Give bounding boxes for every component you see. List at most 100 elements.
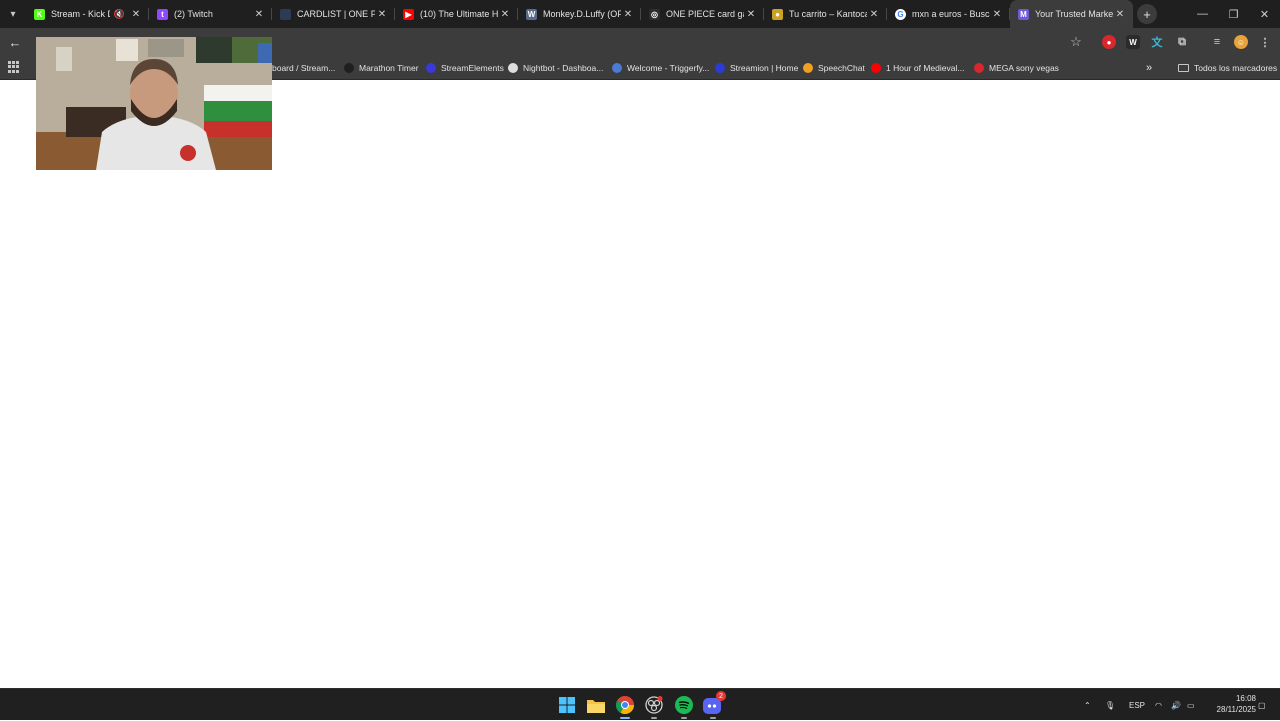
language-indicator[interactable]: ESP xyxy=(1129,689,1145,721)
folder-icon xyxy=(1178,64,1189,72)
youtube-icon xyxy=(871,63,881,73)
notifications-icon[interactable]: ▢ xyxy=(1258,689,1266,721)
bookmark-item[interactable]: Nightbot - Dashboa... xyxy=(508,60,603,76)
tab-title: mxn a euros - Buscar xyxy=(912,9,990,19)
close-tab-icon[interactable]: ✕ xyxy=(990,9,1004,20)
obs-icon[interactable] xyxy=(643,694,665,719)
marketplace-icon: M xyxy=(1018,8,1029,20)
extension-w-icon[interactable]: W xyxy=(1126,35,1140,49)
extension-translate-icon[interactable]: 文 xyxy=(1150,35,1164,49)
browser-tab[interactable]: M Your Trusted Marketplace✕ xyxy=(1010,0,1133,28)
restore-icon[interactable]: ❐ xyxy=(1218,0,1249,28)
bookmark-item[interactable]: board / Stream... xyxy=(272,60,335,76)
bookmark-label: 1 Hour of Medieval... xyxy=(886,63,965,73)
extensions-puzzle-icon[interactable]: ⧉ xyxy=(1175,35,1189,49)
close-tab-icon[interactable]: ✕ xyxy=(498,9,512,20)
tray-overflow-chevron-icon[interactable]: ⌃ xyxy=(1084,689,1091,721)
bookmark-label: MEGA sony vegas xyxy=(989,63,1059,73)
bookmark-label: Nightbot - Dashboa... xyxy=(523,63,604,73)
discord-badge: 2 xyxy=(716,691,726,701)
all-bookmarks-label: Todos los marcadores xyxy=(1194,63,1278,73)
browser-tab[interactable]: W Monkey.D.Luffy (OP0 ✕ xyxy=(518,0,641,28)
windows-taskbar: 2 ⌃ 🎙 ESP ◠ 🔊 ▭ 16:08 28/11/2025 ▢ xyxy=(0,688,1280,720)
close-tab-icon[interactable]: ✕ xyxy=(129,9,143,20)
close-window-icon[interactable]: ✕ xyxy=(1249,0,1280,28)
tab-title: CARDLIST | ONE PIECE xyxy=(297,9,375,19)
nightbot-icon xyxy=(508,63,518,73)
mega-icon xyxy=(974,63,984,73)
bookmark-label: SpeechChat xyxy=(818,63,865,73)
spotify-icon[interactable] xyxy=(673,694,695,719)
bookmark-label: StreamElements xyxy=(441,63,504,73)
streamelements-icon xyxy=(426,63,436,73)
bookmark-star-icon[interactable]: ☆ xyxy=(1068,33,1084,51)
tab-title: (10) The Ultimate HAI xyxy=(420,9,498,19)
bookmark-item[interactable]: Welcome - Triggerfy... xyxy=(612,60,709,76)
close-tab-icon[interactable]: ✕ xyxy=(375,9,389,20)
microphone-icon[interactable]: 🎙 xyxy=(1105,689,1115,721)
new-tab-button[interactable]: + xyxy=(1137,4,1157,24)
close-tab-icon[interactable]: ✕ xyxy=(252,9,266,20)
minimize-icon[interactable]: — xyxy=(1187,0,1218,28)
bookmark-item[interactable]: SpeechChat xyxy=(803,60,865,76)
clock-date: 28/11/2025 xyxy=(1216,705,1256,714)
tab-title: Stream - Kick Dash xyxy=(51,9,110,19)
battery-icon[interactable]: ▭ xyxy=(1187,689,1195,721)
window-controls: — ❐ ✕ xyxy=(1187,0,1280,28)
browser-tab[interactable]: ● Tu carrito – Kantocard✕ xyxy=(764,0,887,28)
bookmark-label: Streamion | Home xyxy=(730,63,799,73)
browser-menu-icon[interactable]: ⋮ xyxy=(1258,35,1272,49)
youtube-icon: ▶ xyxy=(403,8,414,20)
profile-avatar-icon[interactable]: ☺ xyxy=(1234,35,1248,49)
bookmark-item[interactable]: StreamElements xyxy=(426,60,504,76)
close-tab-icon[interactable]: ✕ xyxy=(621,9,635,20)
taskbar-clock[interactable]: 16:08 28/11/2025 xyxy=(1206,693,1256,715)
bookmark-label: Welcome - Triggerfy... xyxy=(627,63,710,73)
clock-time: 16:08 xyxy=(1235,694,1256,703)
browser-tab[interactable]: ◎ ONE PIECE card game✕ xyxy=(641,0,764,28)
bookmark-label: board / Stream... xyxy=(272,63,336,73)
twitch-icon: t xyxy=(157,8,168,20)
muted-speaker-icon[interactable]: 🔇 xyxy=(114,9,125,20)
bookmark-item[interactable]: 1 Hour of Medieval... xyxy=(871,60,964,76)
all-bookmarks-folder[interactable]: Todos los marcadores xyxy=(1178,60,1277,76)
bookmark-item[interactable]: MEGA sony vegas xyxy=(974,60,1059,76)
timer-icon xyxy=(344,63,354,73)
browser-tab[interactable]: CARDLIST | ONE PIECE✕ xyxy=(272,0,395,28)
close-tab-icon[interactable]: ✕ xyxy=(744,9,758,20)
discord-icon[interactable]: 2 xyxy=(702,691,726,719)
browser-tab[interactable]: ▶ (10) The Ultimate HAI✕ xyxy=(395,0,518,28)
file-explorer-icon[interactable] xyxy=(585,694,607,716)
bookmark-item[interactable]: Marathon Timer xyxy=(344,60,419,76)
browser-tab[interactable]: Gmxn a euros - Buscar ✕ xyxy=(887,0,1010,28)
browser-tab[interactable]: K Stream - Kick Dash 🔇 ✕ xyxy=(26,0,149,28)
streamion-icon xyxy=(715,63,725,73)
tab-search-chevron-icon[interactable]: ▾ xyxy=(0,0,26,28)
webcam-overlay xyxy=(36,37,272,170)
tab-title: ONE PIECE card game xyxy=(666,9,744,19)
close-tab-icon[interactable]: ✕ xyxy=(1113,9,1127,20)
reading-list-icon[interactable]: ≡ xyxy=(1210,35,1224,49)
wiki-icon: W xyxy=(526,8,537,20)
extension-red-icon[interactable]: ● xyxy=(1102,35,1116,49)
bookmarks-overflow-icon[interactable]: » xyxy=(1146,60,1152,76)
wifi-icon[interactable]: ◠ xyxy=(1155,689,1162,721)
triggerfyre-icon xyxy=(612,63,622,73)
tab-title: Your Trusted Marketplace xyxy=(1035,9,1113,19)
tab-title: Tu carrito – Kantocard xyxy=(789,9,867,19)
browser-tabstrip: ▾ KStream - Kick Dash🔇✕t(2) Twitch✕CARDL… xyxy=(0,0,1280,28)
bookmark-item[interactable]: Streamion | Home xyxy=(715,60,798,76)
globe-icon: ◎ xyxy=(649,8,660,20)
back-arrow-icon[interactable]: ← xyxy=(6,33,24,51)
kantocard-icon: ● xyxy=(772,8,783,20)
close-tab-icon[interactable]: ✕ xyxy=(867,9,881,20)
apps-grid-icon[interactable] xyxy=(8,61,20,73)
kick-icon: K xyxy=(34,8,45,20)
windows-start-icon[interactable] xyxy=(556,694,578,716)
tab-title: (2) Twitch xyxy=(174,9,213,19)
chrome-icon[interactable] xyxy=(614,694,636,719)
browser-tab[interactable]: t (2) Twitch ✕ xyxy=(149,0,272,28)
tab-title: Monkey.D.Luffy (OP0 xyxy=(543,9,621,19)
webcam-image xyxy=(36,37,272,170)
volume-icon[interactable]: 🔊 xyxy=(1171,689,1181,721)
